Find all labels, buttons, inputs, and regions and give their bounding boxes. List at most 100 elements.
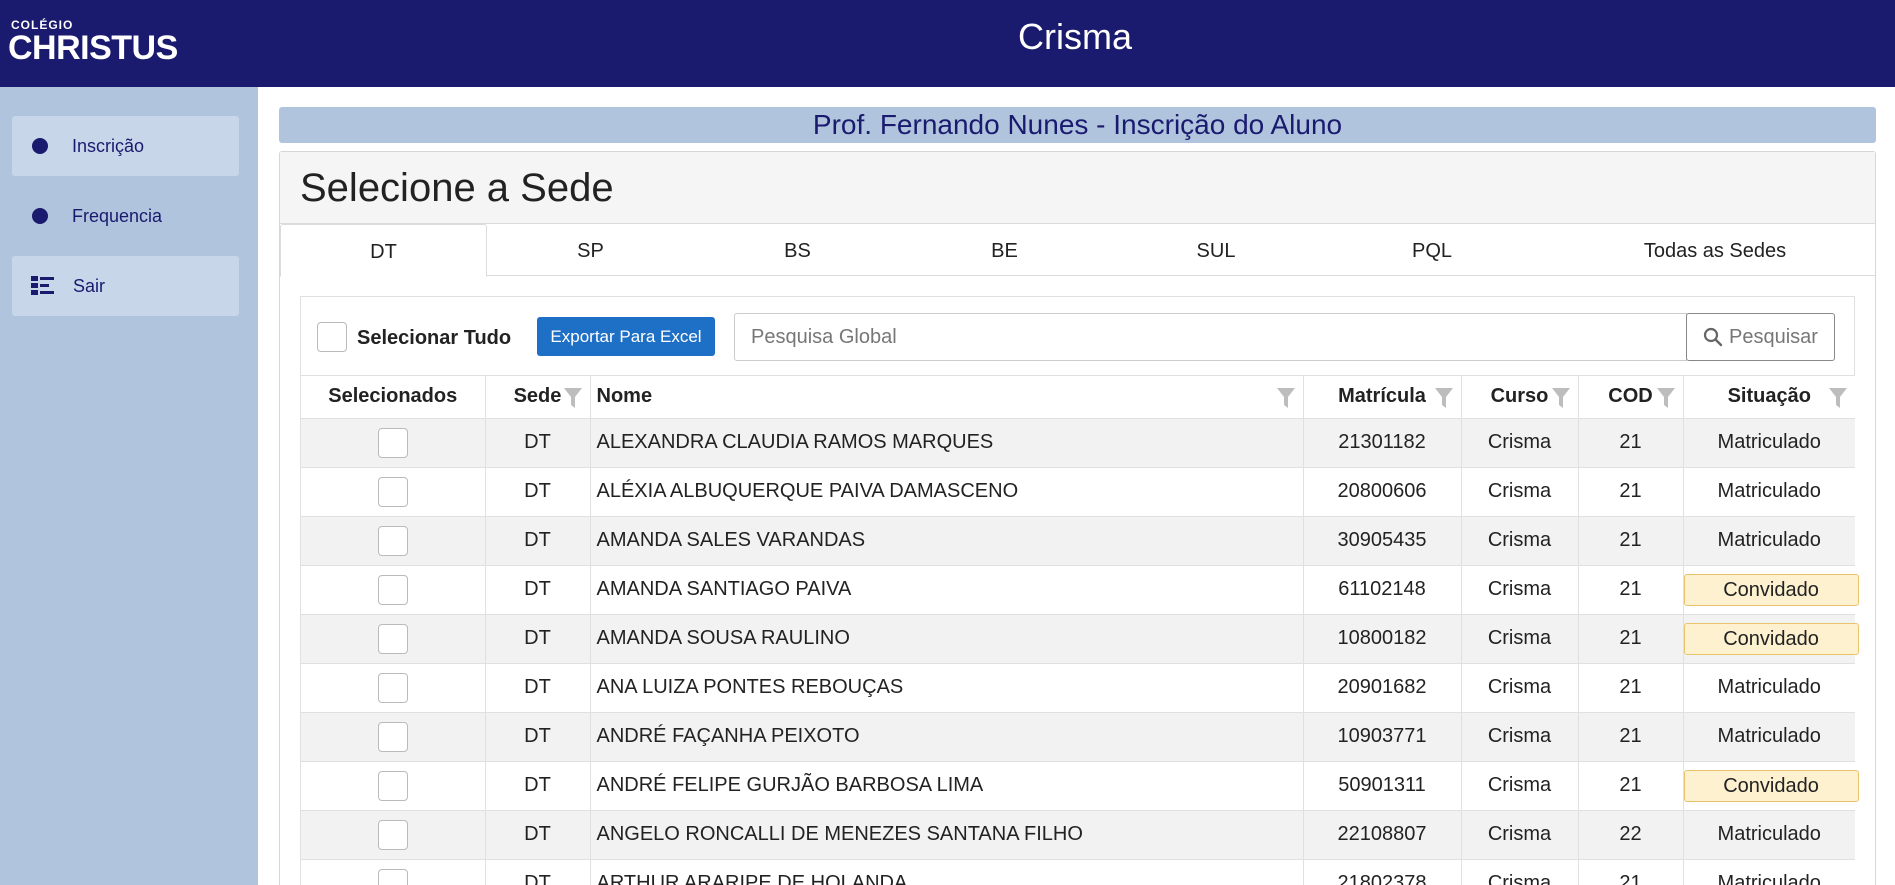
cell-situacao: Matriculado <box>1683 516 1855 566</box>
cell-nome: ANDRÉ FELIPE GURJÃO BARBOSA LIMA <box>590 761 1304 811</box>
column-header-label: Sede <box>513 385 562 408</box>
table-row[interactable]: DT ANGELO RONCALLI DE MENEZES SANTANA FI… <box>301 810 1855 860</box>
cell-cod: 21 <box>1578 859 1684 885</box>
cell-situacao: Convidado <box>1683 761 1859 811</box>
tab-be[interactable]: BE <box>901 224 1108 276</box>
row-checkbox[interactable] <box>377 574 408 605</box>
cell-sede: DT <box>485 467 591 517</box>
column-header-matricula[interactable]: Matrícula <box>1303 376 1462 419</box>
row-checkbox[interactable] <box>377 623 408 654</box>
row-checkbox[interactable] <box>377 819 408 850</box>
sidebar-item-frequencia[interactable]: Frequencia <box>12 186 239 246</box>
tab-bs[interactable]: BS <box>694 224 901 276</box>
tab-sul[interactable]: SUL <box>1108 224 1324 276</box>
app-title: Crisma <box>1018 16 1132 57</box>
column-header-label: Situação <box>1727 385 1811 408</box>
cell-curso: Crisma <box>1461 859 1579 885</box>
filter-icon[interactable] <box>563 388 582 408</box>
filter-icon[interactable] <box>1551 388 1570 408</box>
cell-cod: 21 <box>1578 467 1684 517</box>
cell-curso: Crisma <box>1461 761 1579 811</box>
column-header-selecionados: Selecionados <box>301 376 486 419</box>
table-row[interactable]: DT ANDRÉ FAÇANHA PEIXOTO 10903771 Crisma… <box>301 712 1855 762</box>
sidebar-item-inscricao[interactable]: Inscrição <box>12 116 239 176</box>
table-row[interactable]: DT ALÉXIA ALBUQUERQUE PAIVA DAMASCENO 20… <box>301 467 1855 517</box>
tab-todas-as-sedes[interactable]: Todas as Sedes <box>1595 224 1835 276</box>
row-checkbox[interactable] <box>377 476 408 507</box>
row-select-cell <box>301 614 486 664</box>
cell-matricula: 21802378 <box>1303 859 1462 885</box>
cell-nome: ARTHUR ARARIPE DE HOLANDA <box>590 859 1304 885</box>
row-select-cell <box>301 663 486 713</box>
table-row[interactable]: DT AMANDA SALES VARANDAS 30905435 Crisma… <box>301 516 1855 566</box>
row-checkbox[interactable] <box>377 721 408 752</box>
export-excel-button[interactable]: Exportar Para Excel <box>537 317 715 356</box>
sidebar-item-sair[interactable]: Sair <box>12 256 239 316</box>
select-all-checkbox[interactable] <box>317 322 347 352</box>
cell-curso: Crisma <box>1461 418 1579 468</box>
cell-curso: Crisma <box>1461 712 1579 762</box>
filter-icon[interactable] <box>1276 388 1295 408</box>
cell-situacao: Convidado <box>1683 614 1859 664</box>
table-row[interactable]: DT ANA LUIZA PONTES REBOUÇAS 20901682 Cr… <box>301 663 1855 713</box>
cell-matricula: 61102148 <box>1303 565 1462 615</box>
cell-sede: DT <box>485 810 591 860</box>
panel-title: Selecione a Sede <box>280 152 1875 224</box>
cell-sede: DT <box>485 418 591 468</box>
tab-pql[interactable]: PQL <box>1324 224 1540 276</box>
cell-nome: AMANDA SOUSA RAULINO <box>590 614 1304 664</box>
row-checkbox[interactable] <box>377 427 408 458</box>
cell-nome: ALÉXIA ALBUQUERQUE PAIVA DAMASCENO <box>590 467 1304 517</box>
table-row[interactable]: DT AMANDA SANTIAGO PAIVA 61102148 Crisma… <box>301 565 1859 615</box>
column-header-label: Nome <box>596 385 653 408</box>
column-header-sede[interactable]: Sede <box>485 376 591 419</box>
row-select-cell <box>301 467 486 517</box>
cell-situacao: Matriculado <box>1683 663 1855 713</box>
table-row[interactable]: DT AMANDA SOUSA RAULINO 10800182 Crisma … <box>301 614 1859 664</box>
row-checkbox[interactable] <box>377 525 408 556</box>
tab-dt[interactable]: DT <box>280 224 487 277</box>
table-row[interactable]: DT ANDRÉ FELIPE GURJÃO BARBOSA LIMA 5090… <box>301 761 1859 811</box>
table-row[interactable]: DT ALEXANDRA CLAUDIA RAMOS MARQUES 21301… <box>301 418 1855 468</box>
column-header-cod[interactable]: COD <box>1578 376 1684 419</box>
cell-sede: DT <box>485 761 591 811</box>
cell-matricula: 50901311 <box>1303 761 1462 811</box>
sede-tabs: DT SP BS BE SUL PQL Todas as Sedes <box>280 224 1875 277</box>
select-all-label: Selecionar Tudo <box>357 327 512 349</box>
cell-cod: 21 <box>1578 516 1684 566</box>
tab-sp[interactable]: SP <box>487 224 694 276</box>
top-bar: COLÉGIO CHRISTUS Crisma <box>0 0 1895 87</box>
search-button[interactable]: Pesquisar <box>1686 313 1835 361</box>
filter-icon[interactable] <box>1434 388 1453 408</box>
row-select-cell <box>301 712 486 762</box>
cell-matricula: 10903771 <box>1303 712 1462 762</box>
row-checkbox[interactable] <box>377 672 408 703</box>
row-select-cell <box>301 516 486 566</box>
column-header-nome[interactable]: Nome <box>590 376 1304 419</box>
cell-nome: AMANDA SANTIAGO PAIVA <box>590 565 1304 615</box>
cell-nome: AMANDA SALES VARANDAS <box>590 516 1304 566</box>
cell-situacao: Matriculado <box>1683 810 1855 860</box>
column-header-situacao[interactable]: Situação <box>1683 376 1855 419</box>
table-row[interactable]: DT ARTHUR ARARIPE DE HOLANDA 21802378 Cr… <box>301 859 1855 885</box>
column-header-curso[interactable]: Curso <box>1461 376 1579 419</box>
main-content: Prof. Fernando Nunes - Inscrição do Alun… <box>258 87 1895 885</box>
filter-icon[interactable] <box>1656 388 1675 408</box>
cell-matricula: 22108807 <box>1303 810 1462 860</box>
cell-situacao: Convidado <box>1683 565 1859 615</box>
sidebar: Inscrição Frequencia Sair <box>0 87 258 885</box>
sidebar-item-label: Inscrição <box>72 135 145 156</box>
cell-matricula: 30905435 <box>1303 516 1462 566</box>
row-checkbox[interactable] <box>377 770 408 801</box>
cell-situacao: Matriculado <box>1683 467 1855 517</box>
cell-situacao: Matriculado <box>1683 859 1855 885</box>
row-checkbox[interactable] <box>377 868 408 885</box>
cell-nome: ALEXANDRA CLAUDIA RAMOS MARQUES <box>590 418 1304 468</box>
column-header-label: Matrícula <box>1338 385 1426 408</box>
global-search-input[interactable] <box>734 313 1687 361</box>
cell-sede: DT <box>485 565 591 615</box>
filter-icon[interactable] <box>1829 388 1847 408</box>
table-header-row: Selecionados Sede Nome Matrícula Curso C… <box>301 376 1855 419</box>
column-header-label: COD <box>1608 385 1653 408</box>
cell-cod: 21 <box>1578 712 1684 762</box>
